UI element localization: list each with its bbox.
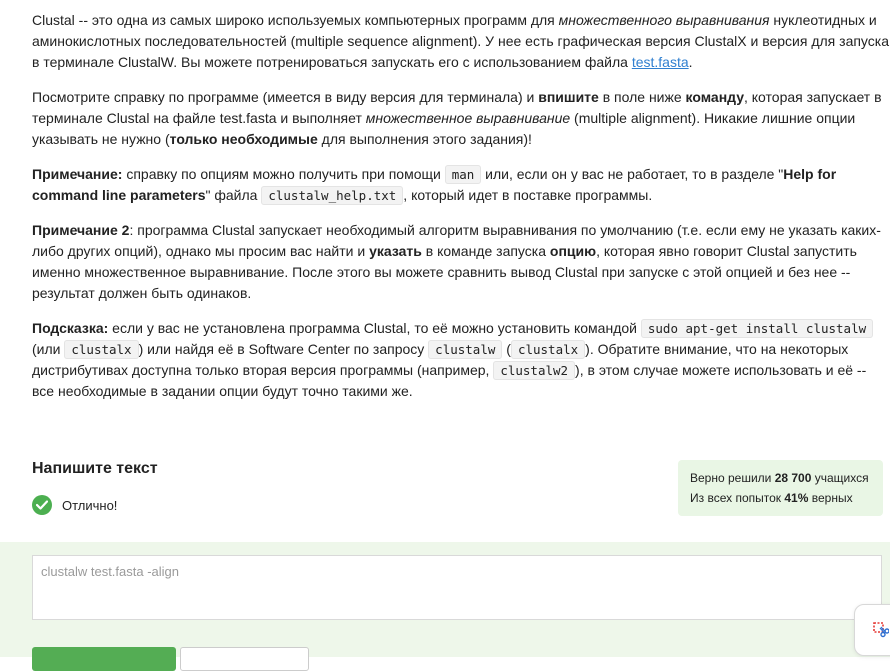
note-label: Примечание: bbox=[32, 166, 123, 182]
text: учащихся bbox=[811, 471, 869, 485]
result-status: Отлично! bbox=[32, 494, 117, 516]
task-title: Напишите текст bbox=[32, 460, 158, 477]
text: в поле ниже bbox=[598, 89, 686, 105]
success-rate: 41% bbox=[784, 491, 809, 505]
code-snippet: clustalw_help.txt bbox=[261, 186, 404, 205]
text: (или bbox=[32, 341, 65, 357]
code-snippet: sudo apt-get install clustalw bbox=[640, 319, 874, 338]
scissors-icon bbox=[873, 622, 889, 638]
answer-textarea[interactable]: clustalw test.fasta -align bbox=[32, 555, 882, 620]
paragraph-hint: Подсказка: если у вас не установлена про… bbox=[32, 318, 890, 402]
hint-label: Подсказка: bbox=[32, 320, 109, 336]
code-snippet: clustalw2 bbox=[493, 361, 576, 380]
text: в команде запуска bbox=[421, 243, 550, 259]
task-description: Clustal -- это одна из самых широко испо… bbox=[32, 10, 890, 416]
text: Из всех попыток bbox=[690, 491, 785, 505]
emphasis: множественного выравнивания bbox=[558, 12, 770, 28]
text: Посмотрите справку по программе (имеется… bbox=[32, 89, 539, 105]
code-snippet: clustalx bbox=[510, 340, 586, 359]
solvers-count-line: Верно решили 28 700 учащихся bbox=[690, 468, 871, 488]
paragraph-task: Посмотрите справку по программе (имеется… bbox=[32, 87, 890, 150]
note-label: Примечание 2 bbox=[32, 222, 130, 238]
text: если у вас не установлена программа Clus… bbox=[108, 320, 641, 336]
text: Верно решили bbox=[690, 471, 775, 485]
paragraph-intro: Clustal -- это одна из самых широко испо… bbox=[32, 10, 890, 73]
text: ( bbox=[502, 341, 511, 357]
text: ) или найдя её в Software Center по запр… bbox=[138, 341, 429, 357]
code-snippet: man bbox=[444, 165, 482, 184]
emphasis: множественное выравнивание bbox=[365, 110, 571, 126]
status-text: Отлично! bbox=[62, 497, 118, 513]
code-snippet: clustalx bbox=[64, 340, 139, 359]
bold-text: указать bbox=[369, 243, 422, 259]
text: справку по опциям можно получить при пом… bbox=[122, 166, 445, 182]
paragraph-note-1: Примечание: справку по опциям можно полу… bbox=[32, 164, 890, 206]
bold-text: только необходимые bbox=[169, 131, 318, 147]
success-rate-line: Из всех попыток 41% верных bbox=[690, 488, 871, 508]
text: верных bbox=[808, 491, 853, 505]
floating-widget[interactable] bbox=[854, 604, 890, 656]
bold-text: опцию bbox=[549, 243, 597, 259]
submit-button[interactable] bbox=[32, 647, 176, 671]
text: . bbox=[688, 54, 693, 70]
text: , который идет в поставке программы. bbox=[403, 187, 653, 203]
test-fasta-link[interactable]: test.fasta bbox=[632, 54, 689, 70]
text: " файла bbox=[205, 187, 262, 203]
text: для выполнения этого задания)! bbox=[317, 131, 532, 147]
text: или, если он у вас не работает, то в раз… bbox=[481, 166, 784, 182]
code-snippet: clustalw bbox=[428, 340, 503, 359]
solve-stats: Верно решили 28 700 учащихся Из всех поп… bbox=[678, 460, 883, 516]
secondary-button[interactable] bbox=[180, 647, 309, 671]
bold-text: команду bbox=[685, 89, 744, 105]
check-circle-icon bbox=[32, 495, 52, 515]
text: Clustal -- это одна из самых широко испо… bbox=[32, 12, 559, 28]
solvers-count: 28 700 bbox=[774, 471, 812, 485]
paragraph-note-2: Примечание 2: программа Clustal запускае… bbox=[32, 220, 890, 304]
bold-text: впишите bbox=[538, 89, 599, 105]
